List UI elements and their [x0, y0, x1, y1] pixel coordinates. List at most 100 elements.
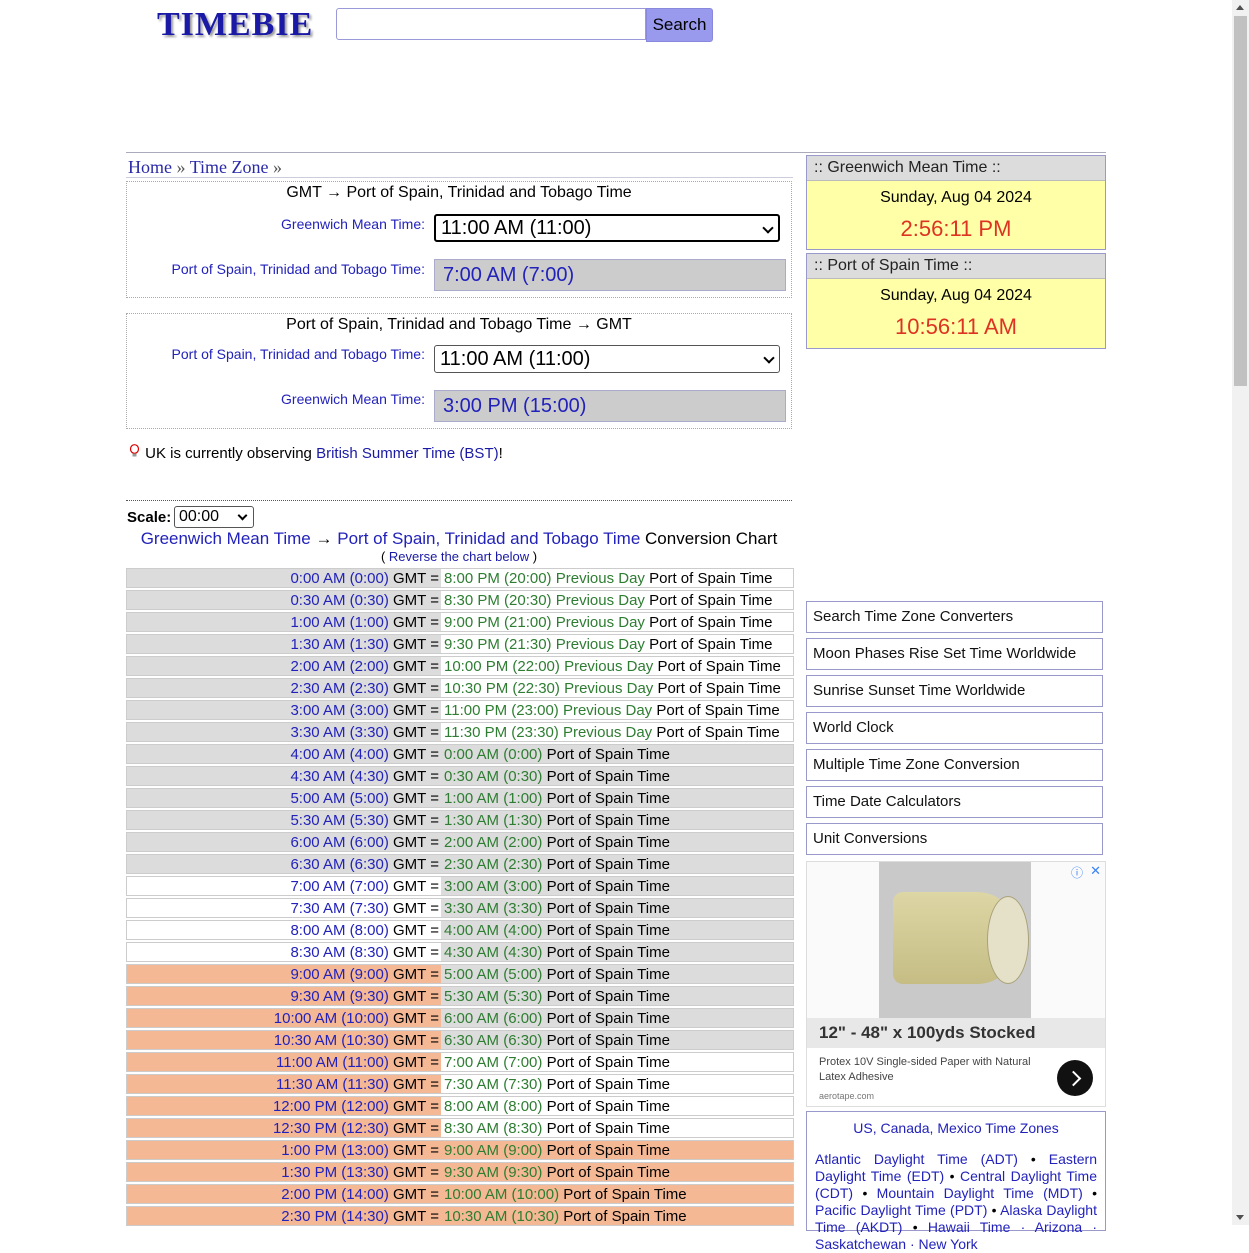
- gmt-equals: GMT =: [393, 1054, 439, 1071]
- gmt-time-link[interactable]: 1:00 PM (13:00): [281, 1142, 389, 1159]
- table-row: 1:30 PM (13:30) GMT = 9:30 AM (9:30) Port…: [126, 1162, 794, 1182]
- gmt-time-link[interactable]: 8:00 AM (8:00): [290, 922, 388, 939]
- gmt-time-link[interactable]: 5:30 AM (5:30): [290, 812, 388, 829]
- table-row: 10:00 AM (10:00) GMT = 6:00 AM (6:00) Por…: [126, 1008, 794, 1028]
- bst-link[interactable]: British Summer Time (BST): [316, 445, 499, 462]
- pos-cell: 2:00 AM (2:00) Port of Spain Time: [444, 834, 670, 851]
- chart-title-suffix: Conversion Chart: [645, 529, 778, 548]
- pos-time: 11:00 PM (23:00): [444, 702, 559, 719]
- pos-result: 7:00 AM (7:00): [434, 259, 786, 291]
- link-multiple-conversion[interactable]: Multiple Time Zone Conversion: [806, 749, 1103, 781]
- ad-info-icon[interactable]: ⓘ: [1071, 864, 1083, 881]
- pos-time-label: Port of Spain Time: [563, 1186, 687, 1203]
- gmt-time-link[interactable]: 2:00 AM (2:00): [290, 658, 388, 675]
- gmt-time-link[interactable]: 3:00 AM (3:00): [290, 702, 388, 719]
- link-search-converters[interactable]: Search Time Zone Converters: [806, 601, 1103, 633]
- gmt-time-link[interactable]: 7:30 AM (7:30): [290, 900, 388, 917]
- lightbulb-icon: [129, 444, 140, 457]
- bullet: •: [991, 1202, 997, 1218]
- gmt-time-link[interactable]: 2:30 PM (14:30): [281, 1208, 389, 1225]
- gmt-time-link[interactable]: 4:30 AM (4:30): [290, 768, 388, 785]
- table-row: 0:00 AM (0:00) GMT = 8:00 PM (20:00) Prev…: [126, 568, 794, 588]
- gmt-time-link[interactable]: 0:30 AM (0:30): [290, 592, 388, 609]
- advertisement[interactable]: ⓘ ✕ 12" - 48" x 100yds Stocked Protex 10…: [806, 861, 1106, 1107]
- breadcrumb-home-link[interactable]: Home: [128, 157, 172, 177]
- gmt-time-link[interactable]: 7:00 AM (7:00): [290, 878, 388, 895]
- pos-time-label: Port of Spain Time: [649, 592, 773, 609]
- gmt-time-link[interactable]: 1:30 PM (13:30): [281, 1164, 389, 1181]
- gmt-time-link[interactable]: 9:00 AM (9:00): [290, 966, 388, 983]
- scroll-up-arrow-icon[interactable]: [1236, 5, 1244, 10]
- ad-headline[interactable]: 12" - 48" x 100yds Stocked: [807, 1018, 1105, 1048]
- gmt-time-link[interactable]: 12:30 PM (12:30): [273, 1120, 389, 1137]
- gmt-cell: 1:00 PM (13:00) GMT =: [281, 1142, 439, 1159]
- gmt-time-link[interactable]: 5:00 AM (5:00): [290, 790, 388, 807]
- table-row: 12:30 PM (12:30) GMT = 8:30 AM (8:30) Por…: [126, 1118, 794, 1138]
- table-row: 2:00 PM (14:00) GMT = 10:00 AM (10:00) Po…: [126, 1184, 794, 1204]
- scale-select[interactable]: 00:00: [174, 506, 254, 528]
- gmt-equals: GMT =: [393, 746, 439, 763]
- ad-image[interactable]: [807, 862, 1105, 1018]
- pos-cell: 8:30 PM (20:30) Previous Day Port of Spa…: [444, 592, 773, 609]
- pos-time-label: Port of Spain Time: [546, 768, 670, 785]
- gmt-time-link[interactable]: 8:30 AM (8:30): [290, 944, 388, 961]
- gmt-time-link[interactable]: 12:00 PM (12:00): [273, 1098, 389, 1115]
- table-row: 2:30 AM (2:30) GMT = 10:30 PM (22:30) Pre…: [126, 678, 794, 698]
- pos-time-select[interactable]: 11:00 AM (11:00): [434, 345, 780, 373]
- gmt-time-link[interactable]: 0:00 AM (0:00): [290, 570, 388, 587]
- timezones-title[interactable]: US, Canada, Mexico Time Zones: [807, 1120, 1105, 1136]
- scrollbar-thumb[interactable]: [1234, 16, 1247, 386]
- pos-time-label: Port of Spain Time: [546, 1076, 670, 1093]
- pos-time-label: Port of Spain Time: [546, 900, 670, 917]
- gmt-cell: 3:30 AM (3:30) GMT =: [290, 724, 439, 741]
- table-row: 6:30 AM (6:30) GMT = 2:30 AM (2:30) Port …: [126, 854, 794, 874]
- gmt-time-link[interactable]: 10:00 AM (10:00): [274, 1010, 389, 1027]
- scale-label: Scale:: [127, 509, 172, 526]
- gmt-time-link[interactable]: 1:00 AM (1:00): [290, 614, 388, 631]
- gmt-time-select[interactable]: 11:00 AM (11:00): [434, 214, 780, 242]
- previous-day-label: Previous Day: [564, 680, 654, 697]
- pos-time-label: Port of Spain Time: [657, 680, 781, 697]
- site-logo[interactable]: TIMEBIE: [157, 6, 313, 44]
- search-button[interactable]: Search: [646, 8, 713, 42]
- ad-close-icon[interactable]: ✕: [1090, 863, 1101, 879]
- link-moon-phases[interactable]: Moon Phases Rise Set Time Worldwide: [806, 638, 1103, 670]
- tz-link-mdt[interactable]: Mountain Daylight Time (MDT): [877, 1185, 1083, 1201]
- pos-time: 1:00 AM (1:00): [444, 790, 543, 807]
- pos-time: 6:00 AM (6:00): [444, 1010, 543, 1027]
- gmt-time-link[interactable]: 11:00 AM (11:00): [276, 1054, 389, 1071]
- link-world-clock[interactable]: World Clock: [806, 712, 1103, 744]
- gmt-time-link[interactable]: 11:30 AM (11:30): [276, 1076, 389, 1093]
- pos-time: 9:00 AM (9:00): [444, 1142, 543, 1159]
- gmt-time-link[interactable]: 1:30 AM (1:30): [290, 636, 388, 653]
- gmt-time-link[interactable]: 2:00 PM (14:00): [281, 1186, 389, 1203]
- gmt-time-link[interactable]: 6:30 AM (6:30): [290, 856, 388, 873]
- link-unit-conversions[interactable]: Unit Conversions: [806, 823, 1103, 855]
- pos-cell: 0:00 AM (0:00) Port of Spain Time: [444, 746, 670, 763]
- chart-to-zone-link[interactable]: Port of Spain, Trinidad and Tobago Time: [337, 529, 640, 548]
- gmt-time-link[interactable]: 4:00 AM (4:00): [290, 746, 388, 763]
- gmt-time-link[interactable]: 6:00 AM (6:00): [290, 834, 388, 851]
- chevron-down-icon: [762, 222, 774, 234]
- gmt-time-link[interactable]: 9:30 AM (9:30): [290, 988, 388, 1005]
- gmt-equals: GMT =: [393, 724, 439, 741]
- pos-cell: 10:30 AM (10:30) Port of Spain Time: [444, 1208, 687, 1225]
- gmt-label: Greenwich Mean Time:: [281, 391, 425, 407]
- breadcrumb-timezone-link[interactable]: Time Zone: [190, 157, 269, 177]
- table-row: 11:00 AM (11:00) GMT = 7:00 AM (7:00) Por…: [126, 1052, 794, 1072]
- pos-time: 5:30 AM (5:30): [444, 988, 543, 1005]
- scroll-down-arrow-icon[interactable]: [1236, 1215, 1244, 1220]
- chart-from-zone-link[interactable]: Greenwich Mean Time: [141, 529, 311, 548]
- tz-link-adt[interactable]: Atlantic Daylight Time (ADT): [815, 1151, 1018, 1167]
- gmt-time-link[interactable]: 2:30 AM (2:30): [290, 680, 388, 697]
- gmt-time-link[interactable]: 10:30 AM (10:30): [274, 1032, 389, 1049]
- ad-arrow-right-icon[interactable]: [1057, 1060, 1093, 1096]
- search-input[interactable]: [336, 8, 646, 40]
- page-scrollbar[interactable]: [1232, 0, 1249, 1225]
- previous-day-label: Previous Day: [555, 592, 645, 609]
- gmt-time-link[interactable]: 3:30 AM (3:30): [290, 724, 388, 741]
- link-time-date-calculators[interactable]: Time Date Calculators: [806, 786, 1103, 818]
- reverse-chart-link[interactable]: Reverse the chart below: [389, 549, 529, 564]
- link-sunrise-sunset[interactable]: Sunrise Sunset Time Worldwide: [806, 675, 1103, 707]
- tz-link-pdt[interactable]: Pacific Daylight Time (PDT): [815, 1202, 987, 1218]
